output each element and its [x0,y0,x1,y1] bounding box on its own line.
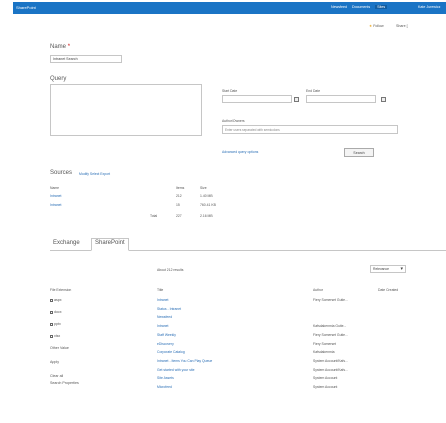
query-textarea[interactable] [50,84,202,136]
result-author: System Account/Kafs... [313,358,348,363]
source-link[interactable]: Intranet [50,203,62,207]
advanced-query-link[interactable]: Advanced query options [222,150,258,154]
result-title-link[interactable]: Site Assets [157,376,174,380]
sources-heading: Sources [50,170,73,176]
search-button[interactable]: Search [344,148,374,157]
apply-link[interactable]: Apply [50,360,59,364]
brand-link[interactable]: SharePoint [16,5,36,10]
refiner-aspx[interactable]: aspx [50,298,62,302]
result-author: System Account [313,385,338,389]
end-date-label: End Date [306,89,321,93]
file-extension-label: File Extension [50,288,72,292]
suite-nav: Newsfeed Documents Sites [331,5,388,9]
checkbox-icon[interactable] [50,334,53,338]
result-title-link[interactable]: Intranet - Items You Can Play Queue [157,359,212,363]
column-date: Date Created [378,288,399,292]
checkbox-icon[interactable] [50,322,53,326]
result-title-link[interactable]: Status - Intranet [157,307,181,311]
result-tabs: Exchange SharePoint [50,237,446,251]
sort-dropdown[interactable]: Relevance ▾ [370,265,406,273]
result-title-link[interactable]: Microfeed [157,385,172,389]
sources-links[interactable]: Modify Select Export [79,172,110,176]
refiner-pptx[interactable]: pptx [50,322,61,326]
authors-input[interactable]: Enter users separated with semicolons [222,125,398,134]
action-bar: ★ Follow Share [ [13,22,446,30]
result-author: Fiery Somerset Gutie... [313,332,348,337]
tab-sharepoint[interactable]: SharePoint [91,238,129,251]
nav-sites[interactable]: Sites [375,5,388,9]
start-date-input[interactable] [222,95,292,103]
result-author: Fiery Somerset Gutie... [313,298,348,302]
follow-button[interactable]: ★ Follow [369,24,384,28]
nav-documents[interactable]: Documents [352,5,370,9]
clear-all-link[interactable]: Clear all [50,374,63,378]
authors-label: Author/Owners [222,119,245,123]
nav-newsfeed[interactable]: Newsfeed [331,5,347,9]
result-title-link[interactable]: Get started with your site [157,368,195,372]
result-author: Kafsdakenmia Gutie... [313,324,347,329]
checkbox-icon[interactable] [50,310,53,314]
result-title-link[interactable]: Staff Weekly [157,333,176,337]
share-button[interactable]: Share [ [396,24,408,28]
other-value-link[interactable]: Other Value [50,346,69,350]
search-properties-link[interactable]: Search Properties [50,381,79,385]
results-count: About 212 results [157,268,184,272]
name-label: Name * [50,44,71,50]
result-title-link[interactable]: Corporate Catalog [157,350,185,354]
source-link[interactable]: Intranet [50,194,62,198]
end-date-input[interactable] [306,95,376,103]
result-title-link[interactable]: Newsfeed [157,315,172,319]
suite-bar: SharePoint Newsfeed Documents Sites Kate… [13,2,446,14]
query-label: Query [50,76,67,82]
column-title: Title [157,288,164,292]
tab-exchange[interactable]: Exchange [50,239,83,247]
result-author: Kafsdakenmia [313,350,335,355]
result-title-link[interactable]: Intranet [157,298,169,302]
name-field[interactable]: Intranet Search [50,55,122,63]
user-menu[interactable]: Kate Jurewicz [418,5,440,9]
refiner-docx[interactable]: docx [50,310,62,314]
calendar-icon[interactable] [381,97,386,102]
result-author: System Account [313,376,338,381]
column-author: Author [313,288,323,292]
star-icon: ★ [369,24,373,28]
refiner-xlsx[interactable]: xlsx [50,334,60,338]
checkbox-icon[interactable] [50,298,53,302]
start-date-label: Start Date [222,89,238,93]
result-author: Fiery Somerset [313,341,336,346]
chevron-down-icon: ▾ [400,266,403,272]
result-title-link[interactable]: Intranet [157,324,169,328]
calendar-icon[interactable] [294,97,299,102]
result-author: System Account/Kafs... [313,367,348,372]
result-title-link[interactable]: eDiscovery [157,342,174,346]
